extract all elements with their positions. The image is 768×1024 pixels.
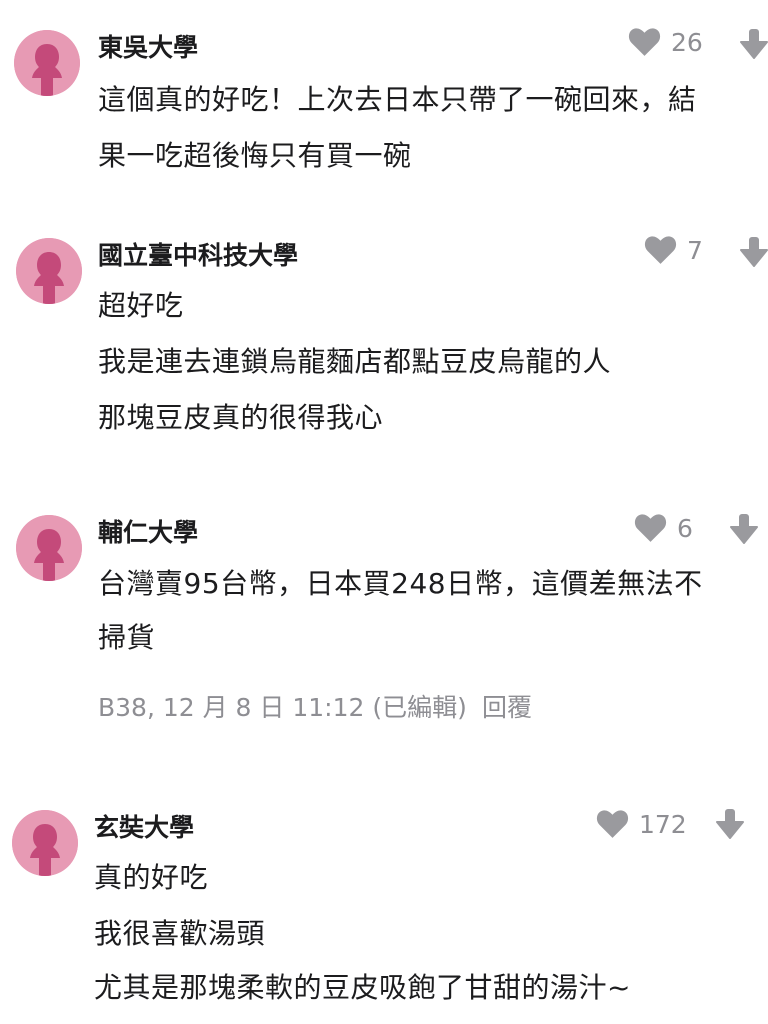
heart-icon: [634, 514, 667, 542]
comment-author[interactable]: 東吳大學: [98, 28, 198, 64]
like-button[interactable]: 7: [644, 230, 703, 270]
comment-text-line: 超好吃: [98, 289, 184, 322]
female-avatar-icon[interactable]: [16, 238, 82, 304]
down-arrow-icon[interactable]: [740, 236, 768, 268]
like-count: 6: [677, 513, 693, 543]
comment-text-line: 台灣賣95台幣，日本買248日幣，這價差無法不: [98, 567, 703, 600]
heart-icon: [628, 28, 661, 56]
down-arrow-icon[interactable]: [730, 513, 758, 545]
like-count: 7: [687, 235, 703, 265]
heart-icon: [596, 810, 629, 838]
like-button[interactable]: 172: [596, 804, 687, 844]
down-arrow-icon[interactable]: [716, 808, 744, 840]
heart-icon: [644, 236, 677, 264]
comment-text-line: 那塊豆皮真的很得我心: [98, 401, 384, 434]
comment-text-line: 尤其是那塊柔軟的豆皮吸飽了甘甜的湯汁~: [94, 971, 631, 1004]
comment-author[interactable]: 玄奘大學: [94, 808, 194, 844]
comment-text-line: 果一吃超後悔只有買一碗: [98, 139, 412, 172]
female-avatar-icon[interactable]: [12, 810, 78, 876]
female-avatar-icon[interactable]: [14, 30, 80, 96]
comment-text-line: 掃貨: [98, 621, 156, 654]
reply-button[interactable]: 回覆: [482, 688, 532, 724]
comment-text-line: 這個真的好吃！上次去日本只帶了一碗回來，結: [98, 83, 697, 116]
comment-text-line: 我是連去連鎖烏龍麵店都點豆皮烏龍的人: [98, 345, 612, 378]
comment-author[interactable]: 國立臺中科技大學: [98, 236, 298, 272]
comment-text-line: 真的好吃: [94, 861, 209, 894]
like-button[interactable]: 26: [628, 22, 703, 62]
down-arrow-icon[interactable]: [740, 28, 768, 60]
comment-author[interactable]: 輔仁大學: [98, 513, 198, 549]
like-count: 26: [671, 27, 703, 57]
comment-meta: B38, 12 月 8 日 11:12 (已編輯): [98, 693, 467, 722]
like-count: 172: [639, 809, 687, 839]
like-button[interactable]: 6: [634, 508, 693, 548]
female-avatar-icon[interactable]: [16, 515, 82, 581]
comment-text-line: 我很喜歡湯頭: [94, 917, 266, 950]
